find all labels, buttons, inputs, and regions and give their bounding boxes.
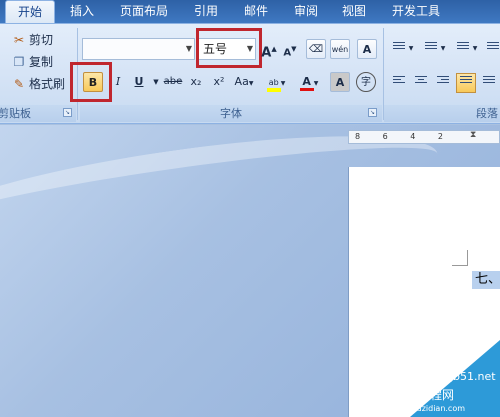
watermark-sub: 教程网 (418, 388, 455, 402)
font-name-combo[interactable]: ▼ (82, 38, 195, 60)
selected-text[interactable]: 七、 (472, 271, 500, 289)
watermark-url: jiaocheng.chazidian.com (366, 404, 466, 413)
highlight-button[interactable]: ab ▼ (263, 72, 289, 92)
cut-button[interactable]: ✂ 剪切 (12, 31, 53, 49)
font-color-icon: A (299, 76, 314, 91)
shrink-font-button[interactable]: A▼ (280, 39, 300, 59)
clipboard-dialog-launcher[interactable]: ↘ (63, 108, 72, 117)
tab-developer[interactable]: 开发工具 (384, 0, 448, 23)
chevron-down-icon: ▼ (185, 44, 192, 53)
align-right-button[interactable] (434, 74, 452, 92)
distributed-button[interactable] (480, 74, 498, 92)
superscript-button[interactable]: x² (209, 72, 229, 92)
numbering-dropdown[interactable]: ▼ (438, 39, 448, 59)
paintbrush-icon: ✎ (13, 77, 25, 91)
decrease-indent-button[interactable] (484, 40, 500, 58)
scissors-icon: ✂ (13, 33, 25, 47)
multilevel-dropdown[interactable]: ▼ (470, 39, 480, 59)
change-case-button[interactable]: Aa▼ (232, 72, 256, 92)
tab-mailings[interactable]: 邮件 (236, 0, 276, 23)
clear-format-button[interactable]: ⌫ (306, 39, 326, 59)
tab-page-layout[interactable]: 页面布局 (112, 0, 176, 23)
eraser-icon: ⌫ (308, 44, 324, 55)
align-center-button[interactable] (412, 74, 430, 92)
justify-button[interactable] (456, 73, 476, 93)
paragraph-group-label: 段落 (384, 105, 500, 122)
tab-review[interactable]: 审阅 (286, 0, 326, 23)
grow-font-button[interactable]: A▲ (259, 39, 279, 60)
font-group-label: 字体 (80, 105, 382, 122)
format-painter-label: 格式刷 (29, 77, 66, 91)
cut-label: 剪切 (29, 33, 54, 47)
ribbon: ✂ 剪切 ❐ 复制 ✎ 格式刷 剪贴板 ↘ ▼ 五号 ▼ A▲ A▼ ⌫ wén A … (0, 23, 500, 124)
indent-marker-icon[interactable]: ⧗ (470, 129, 476, 141)
font-dialog-launcher[interactable]: ↘ (368, 108, 377, 117)
bold-highlight (70, 62, 112, 102)
phonetic-guide-button[interactable]: wén (330, 39, 350, 59)
font-size-highlight (196, 28, 262, 68)
strikethrough-button[interactable]: abe (161, 72, 185, 92)
tab-view[interactable]: 视图 (334, 0, 374, 23)
watermark-site: jb51.net (450, 370, 496, 383)
bullets-dropdown[interactable]: ▼ (406, 39, 416, 59)
char-border-button[interactable]: A (357, 39, 377, 59)
format-painter-button[interactable]: ✎ 格式刷 (12, 75, 65, 93)
italic-button[interactable]: I (108, 72, 128, 92)
watermark-brand: 查字典 (362, 386, 408, 404)
copy-label: 复制 (29, 55, 54, 69)
char-shading-button[interactable]: A (330, 72, 350, 92)
copy-icon: ❐ (13, 55, 25, 69)
tab-references[interactable]: 引用 (186, 0, 226, 23)
tab-home[interactable]: 开始 (5, 0, 55, 23)
enclose-char-button[interactable]: 字 (356, 72, 376, 92)
margin-corner-mark (452, 250, 468, 266)
highlighter-icon: ab (266, 78, 281, 92)
subscript-button[interactable]: x₂ (186, 72, 206, 92)
tab-insert[interactable]: 插入 (62, 0, 102, 23)
ribbon-tab-bar: 开始 插入 页面布局 引用 邮件 审阅 视图 开发工具 (0, 0, 500, 23)
copy-button[interactable]: ❐ 复制 (12, 53, 53, 71)
horizontal-ruler[interactable]: 8 6 4 2 ⧗ (348, 130, 500, 144)
font-color-button[interactable]: A ▼ (296, 72, 322, 92)
align-left-button[interactable] (390, 74, 408, 92)
